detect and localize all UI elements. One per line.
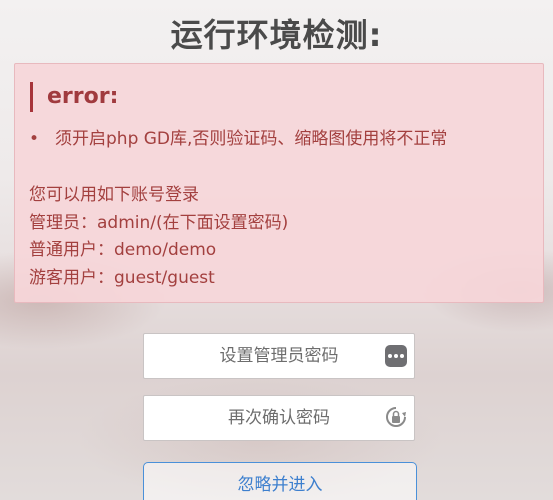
error-message: 须开启php GD库,否则验证码、缩略图使用将不正常 (55, 129, 448, 149)
error-list: • 须开启php GD库,否则验证码、缩略图使用将不正常 (29, 127, 447, 151)
account-info-intro: 您可以用如下账号登录 (29, 185, 199, 205)
account-info-guest: 游客用户：guest/guest (29, 267, 215, 288)
account-info-admin: 管理员：admin/(在下面设置密码) (29, 212, 289, 233)
confirm-password-field[interactable] (143, 395, 415, 441)
confirm-password-input[interactable] (144, 396, 414, 440)
alert-heading: error: (30, 82, 118, 112)
account-info: 您可以用如下账号登录 管理员：admin/(在下面设置密码) 普通用户：demo… (29, 182, 288, 292)
ignore-and-enter-button[interactable]: 忽略并进入 (143, 462, 417, 500)
account-info-user: 普通用户：demo/demo (29, 240, 217, 260)
error-alert: error: • 须开启php GD库,否则验证码、缩略图使用将不正常 您可以用如… (14, 63, 544, 303)
password-key-icon[interactable] (385, 406, 407, 430)
bullet-icon: • (29, 129, 40, 149)
password-dots-icon[interactable] (385, 345, 407, 367)
admin-password-field[interactable] (143, 333, 415, 379)
list-item: • 须开启php GD库,否则验证码、缩略图使用将不正常 (29, 127, 447, 151)
admin-password-input[interactable] (144, 334, 414, 378)
page-title: 运行环境检测: (170, 16, 383, 54)
